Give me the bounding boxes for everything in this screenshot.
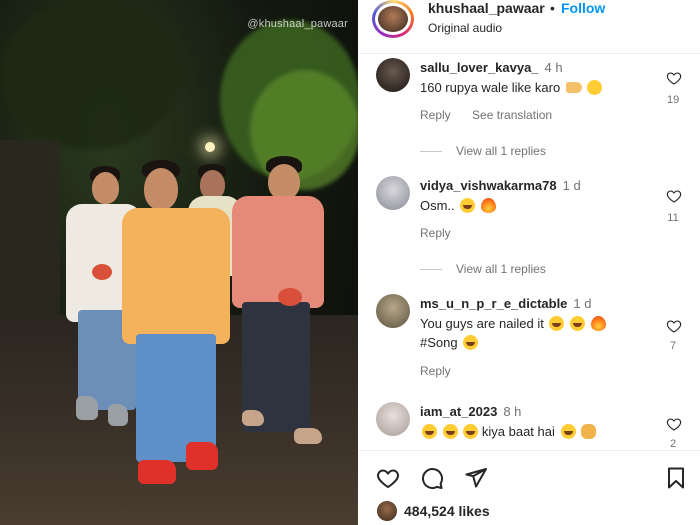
liker-avatar — [376, 500, 398, 522]
author-avatar[interactable] — [372, 0, 414, 38]
separator-dot: • — [550, 0, 555, 16]
heart-icon[interactable] — [376, 466, 400, 490]
laughing-emoji — [549, 316, 565, 331]
comments-panel: khushaal_pawaar • Follow Original audio … — [358, 0, 700, 525]
comment-text: You guys are nailed it #Song — [420, 314, 640, 352]
view-replies-button[interactable]: View all 1 replies — [420, 144, 546, 158]
commenter-avatar[interactable] — [376, 58, 410, 92]
comment-text: Osm.. — [420, 196, 640, 215]
fire-emoji — [480, 198, 496, 213]
like-heart-icon[interactable] — [666, 188, 682, 204]
like-count: 11 — [667, 212, 679, 224]
follow-button[interactable]: Follow — [561, 0, 605, 16]
view-replies-button[interactable]: View all 1 replies — [420, 262, 546, 276]
actions-divider — [358, 450, 700, 451]
audio-link[interactable]: Original audio — [428, 21, 502, 35]
foliage — [0, 0, 180, 150]
smirk-emoji — [587, 80, 603, 95]
laughing-emoji — [463, 424, 479, 439]
post-video[interactable]: @khushaal_pawaar — [0, 0, 358, 525]
foliage — [250, 70, 358, 190]
comment-time: 1 d — [562, 178, 581, 193]
commenter-username[interactable]: iam_at_2023 — [420, 404, 497, 419]
video-watermark: @khushaal_pawaar — [247, 18, 348, 30]
laughing-emoji — [422, 424, 437, 439]
comment-text: kiya baat hai — [420, 422, 640, 441]
commenter-avatar[interactable] — [376, 402, 410, 436]
likes-count[interactable]: 484,524 likes — [404, 503, 490, 519]
share-icon[interactable] — [464, 466, 488, 490]
bookmark-icon[interactable] — [664, 466, 688, 490]
see-translation-button[interactable]: See translation — [472, 108, 552, 122]
comment-time: 1 d — [573, 296, 592, 311]
commenter-avatar[interactable] — [376, 294, 410, 328]
comment-icon[interactable] — [420, 466, 444, 490]
comment-text: 160 rupya wale like karo — [420, 78, 640, 97]
laughing-emoji — [442, 424, 458, 439]
reply-button[interactable]: Reply — [420, 226, 451, 240]
clap-emoji — [581, 424, 597, 439]
like-heart-icon[interactable] — [666, 416, 682, 432]
street-lamp — [205, 142, 215, 152]
laughing-emoji — [570, 316, 586, 331]
laughing-emoji — [460, 198, 476, 213]
likes-row: 484,524 likes — [358, 500, 700, 525]
post-actions-bar — [358, 460, 700, 500]
hashtag[interactable]: #Song — [420, 335, 458, 350]
author-username[interactable]: khushaal_pawaar — [428, 0, 545, 16]
fire-emoji — [590, 316, 606, 331]
commenter-username[interactable]: ms_u_n_p_r_e_dictable — [420, 296, 567, 311]
like-heart-icon[interactable] — [666, 70, 682, 86]
laughing-emoji — [463, 335, 479, 350]
like-heart-icon[interactable] — [666, 318, 682, 334]
point-left-emoji — [565, 82, 582, 93]
comment-time: 4 h — [544, 60, 563, 75]
commenter-username[interactable]: vidya_vishwakarma78 — [420, 178, 557, 193]
like-count: 2 — [669, 438, 677, 450]
commenter-username[interactable]: sallu_lover_kavya_ — [420, 60, 539, 75]
comment-time: 8 h — [503, 404, 522, 419]
post-header: khushaal_pawaar • Follow Original audio — [358, 0, 700, 54]
reply-button[interactable]: Reply — [420, 108, 451, 122]
like-count: 19 — [667, 94, 680, 106]
reply-button[interactable]: Reply — [420, 364, 451, 378]
like-count: 7 — [669, 340, 677, 352]
laughing-emoji — [560, 424, 576, 439]
commenter-avatar[interactable] — [376, 176, 410, 210]
